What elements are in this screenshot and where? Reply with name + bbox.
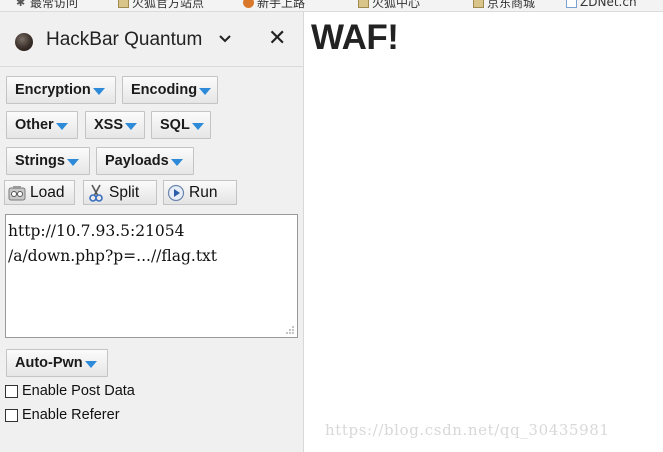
run-url-button[interactable]: Run [163, 180, 237, 205]
other-label: Other [15, 117, 54, 133]
gear-icon: ✱ [16, 0, 26, 9]
dropdown-triangle-icon [84, 360, 97, 368]
payloads-menu-button[interactable]: Payloads [96, 147, 194, 175]
folder-icon [358, 0, 369, 8]
resize-grip-icon[interactable] [286, 326, 294, 334]
bookmark-getting-started[interactable]: 新手上路 [243, 0, 305, 10]
strings-label: Strings [15, 153, 65, 169]
close-sidebar-button[interactable]: ✕ [268, 28, 286, 50]
encoding-menu-button[interactable]: Encoding [122, 76, 218, 104]
chevron-down-icon[interactable] [218, 34, 232, 44]
bookmark-label: 火狐官方站点 [132, 0, 205, 10]
dropdown-triangle-icon [199, 87, 212, 95]
bookmark-label: 最常访问 [30, 0, 79, 10]
enable-post-data-checkbox[interactable] [5, 384, 18, 398]
bookmark-zdnet[interactable]: ZDNet.cn [566, 0, 637, 10]
bookmark-label: 新手上路 [257, 0, 306, 10]
autopwn-menu-button[interactable]: Auto-Pwn [6, 349, 108, 377]
bookmark-label: 火狐中心 [372, 0, 421, 10]
other-menu-button[interactable]: Other [6, 111, 78, 139]
split-url-button[interactable]: Split [83, 180, 157, 205]
hackbar-logo-icon [15, 33, 33, 51]
dropdown-triangle-icon [55, 122, 68, 130]
scissors-icon [87, 184, 105, 202]
sql-menu-button[interactable]: SQL [151, 111, 211, 139]
sidebar-header: HackBar Quantum ✕ [0, 12, 303, 67]
payloads-label: Payloads [105, 153, 169, 169]
encoding-label: Encoding [131, 82, 198, 98]
enable-post-data-row: Enable Post Data [5, 383, 135, 399]
encryption-label: Encryption [15, 82, 91, 98]
load-icon [8, 184, 26, 202]
watermark-text: https://blog.csdn.net/qq_30435981 [325, 421, 610, 439]
bookmark-most-visited[interactable]: ✱ 最常访问 [16, 0, 78, 10]
page-heading: WAF! [311, 18, 399, 57]
enable-referer-row: Enable Referer [5, 407, 120, 423]
load-url-button[interactable]: Load [4, 180, 75, 205]
run-label: Run [189, 183, 218, 201]
xss-label: XSS [94, 117, 124, 133]
dropdown-triangle-icon [125, 122, 138, 130]
folder-icon [118, 0, 129, 8]
sidebar-title[interactable]: HackBar Quantum [46, 29, 202, 51]
dropdown-triangle-icon [92, 87, 105, 95]
firefox-icon [243, 0, 254, 8]
load-label: Load [30, 183, 65, 201]
enable-post-data-label[interactable]: Enable Post Data [22, 383, 135, 399]
enable-referer-label[interactable]: Enable Referer [22, 407, 120, 423]
bookmark-jd[interactable]: 京东商城 [473, 0, 535, 10]
page-icon [566, 0, 577, 8]
url-input[interactable]: http://10.7.93.5:21054 /a/down.php?p=...… [5, 214, 298, 338]
play-icon [167, 184, 185, 202]
enable-referer-checkbox[interactable] [5, 408, 18, 422]
bookmark-firefox-center[interactable]: 火狐中心 [358, 0, 420, 10]
bookmark-firefox-official[interactable]: 火狐官方站点 [118, 0, 204, 10]
strings-menu-button[interactable]: Strings [6, 147, 90, 175]
bookmark-label: 京东商城 [487, 0, 536, 10]
bookmark-label: ZDNet.cn [580, 0, 637, 9]
dropdown-triangle-icon [191, 122, 204, 130]
hackbar-sidebar: HackBar Quantum ✕ Encryption Encoding Ot… [0, 12, 304, 452]
xss-menu-button[interactable]: XSS [85, 111, 145, 139]
split-label: Split [109, 183, 140, 201]
autopwn-label: Auto-Pwn [15, 355, 83, 371]
encryption-menu-button[interactable]: Encryption [6, 76, 116, 104]
dropdown-triangle-icon [66, 158, 79, 166]
sql-label: SQL [160, 117, 190, 133]
folder-icon [473, 0, 484, 8]
dropdown-triangle-icon [170, 158, 183, 166]
bookmarks-toolbar: ✱ 最常访问 火狐官方站点 新手上路 火狐中心 京东商城 ZDNet.cn [0, 0, 663, 12]
